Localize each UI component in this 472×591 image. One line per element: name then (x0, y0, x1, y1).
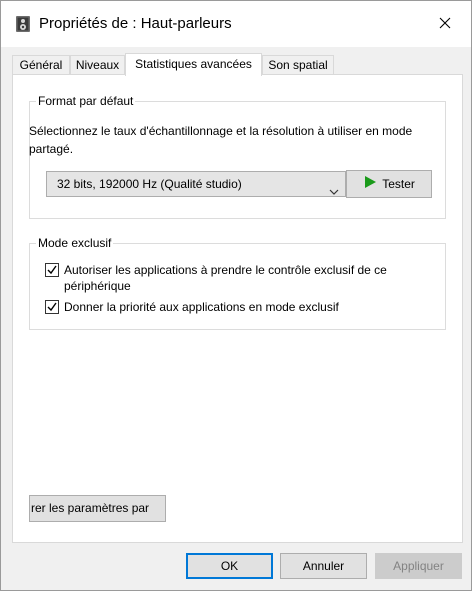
exclusive-control-label: Autoriser les applications à prendre le … (64, 263, 387, 293)
exclusive-mode-title: Mode exclusif (36, 235, 114, 251)
title-bar[interactable]: Propriétés de : Haut-parleurs (1, 1, 471, 47)
cancel-button[interactable]: Annuler (280, 553, 367, 579)
ok-button[interactable]: OK (186, 553, 273, 579)
test-button-label: Tester (382, 177, 415, 191)
format-description: Sélectionnez le taux d'échantillonnage e… (29, 124, 413, 156)
restore-defaults-button[interactable]: rer les paramètres par (29, 495, 166, 522)
tab-levels[interactable]: Niveaux (70, 55, 125, 75)
tab-advanced[interactable]: Statistiques avancées (125, 53, 262, 76)
test-button[interactable]: Tester (346, 170, 432, 198)
window-title: Propriétés de : Haut-parleurs (39, 15, 232, 32)
chevron-down-icon (329, 180, 339, 195)
tab-spatial-sound[interactable]: Son spatial (262, 55, 334, 75)
apply-button[interactable]: Appliquer (375, 553, 462, 579)
default-format-title: Format par défaut (36, 93, 136, 109)
exclusive-control-checkbox[interactable] (45, 263, 59, 277)
tab-panel-advanced: Format par défaut Sélectionnez le taux d… (12, 74, 463, 543)
exclusive-priority-checkbox[interactable] (45, 300, 59, 314)
play-icon (363, 172, 377, 198)
audio-properties-dialog: Propriétés de : Haut-parleurs Général Ni… (0, 0, 472, 591)
speaker-icon (15, 15, 31, 33)
default-format-group: Format par défaut (29, 93, 446, 219)
tab-strip: Général Niveaux Statistiques avancées So… (12, 53, 462, 76)
tab-general[interactable]: Général (12, 55, 70, 75)
close-icon (439, 17, 451, 32)
format-dropdown-value: 32 bits, 192000 Hz (Qualité studio) (57, 177, 242, 191)
format-dropdown[interactable]: 32 bits, 192000 Hz (Qualité studio) (46, 171, 346, 197)
exclusive-priority-label: Donner la priorité aux applications en m… (64, 300, 339, 314)
close-button[interactable] (427, 9, 463, 39)
